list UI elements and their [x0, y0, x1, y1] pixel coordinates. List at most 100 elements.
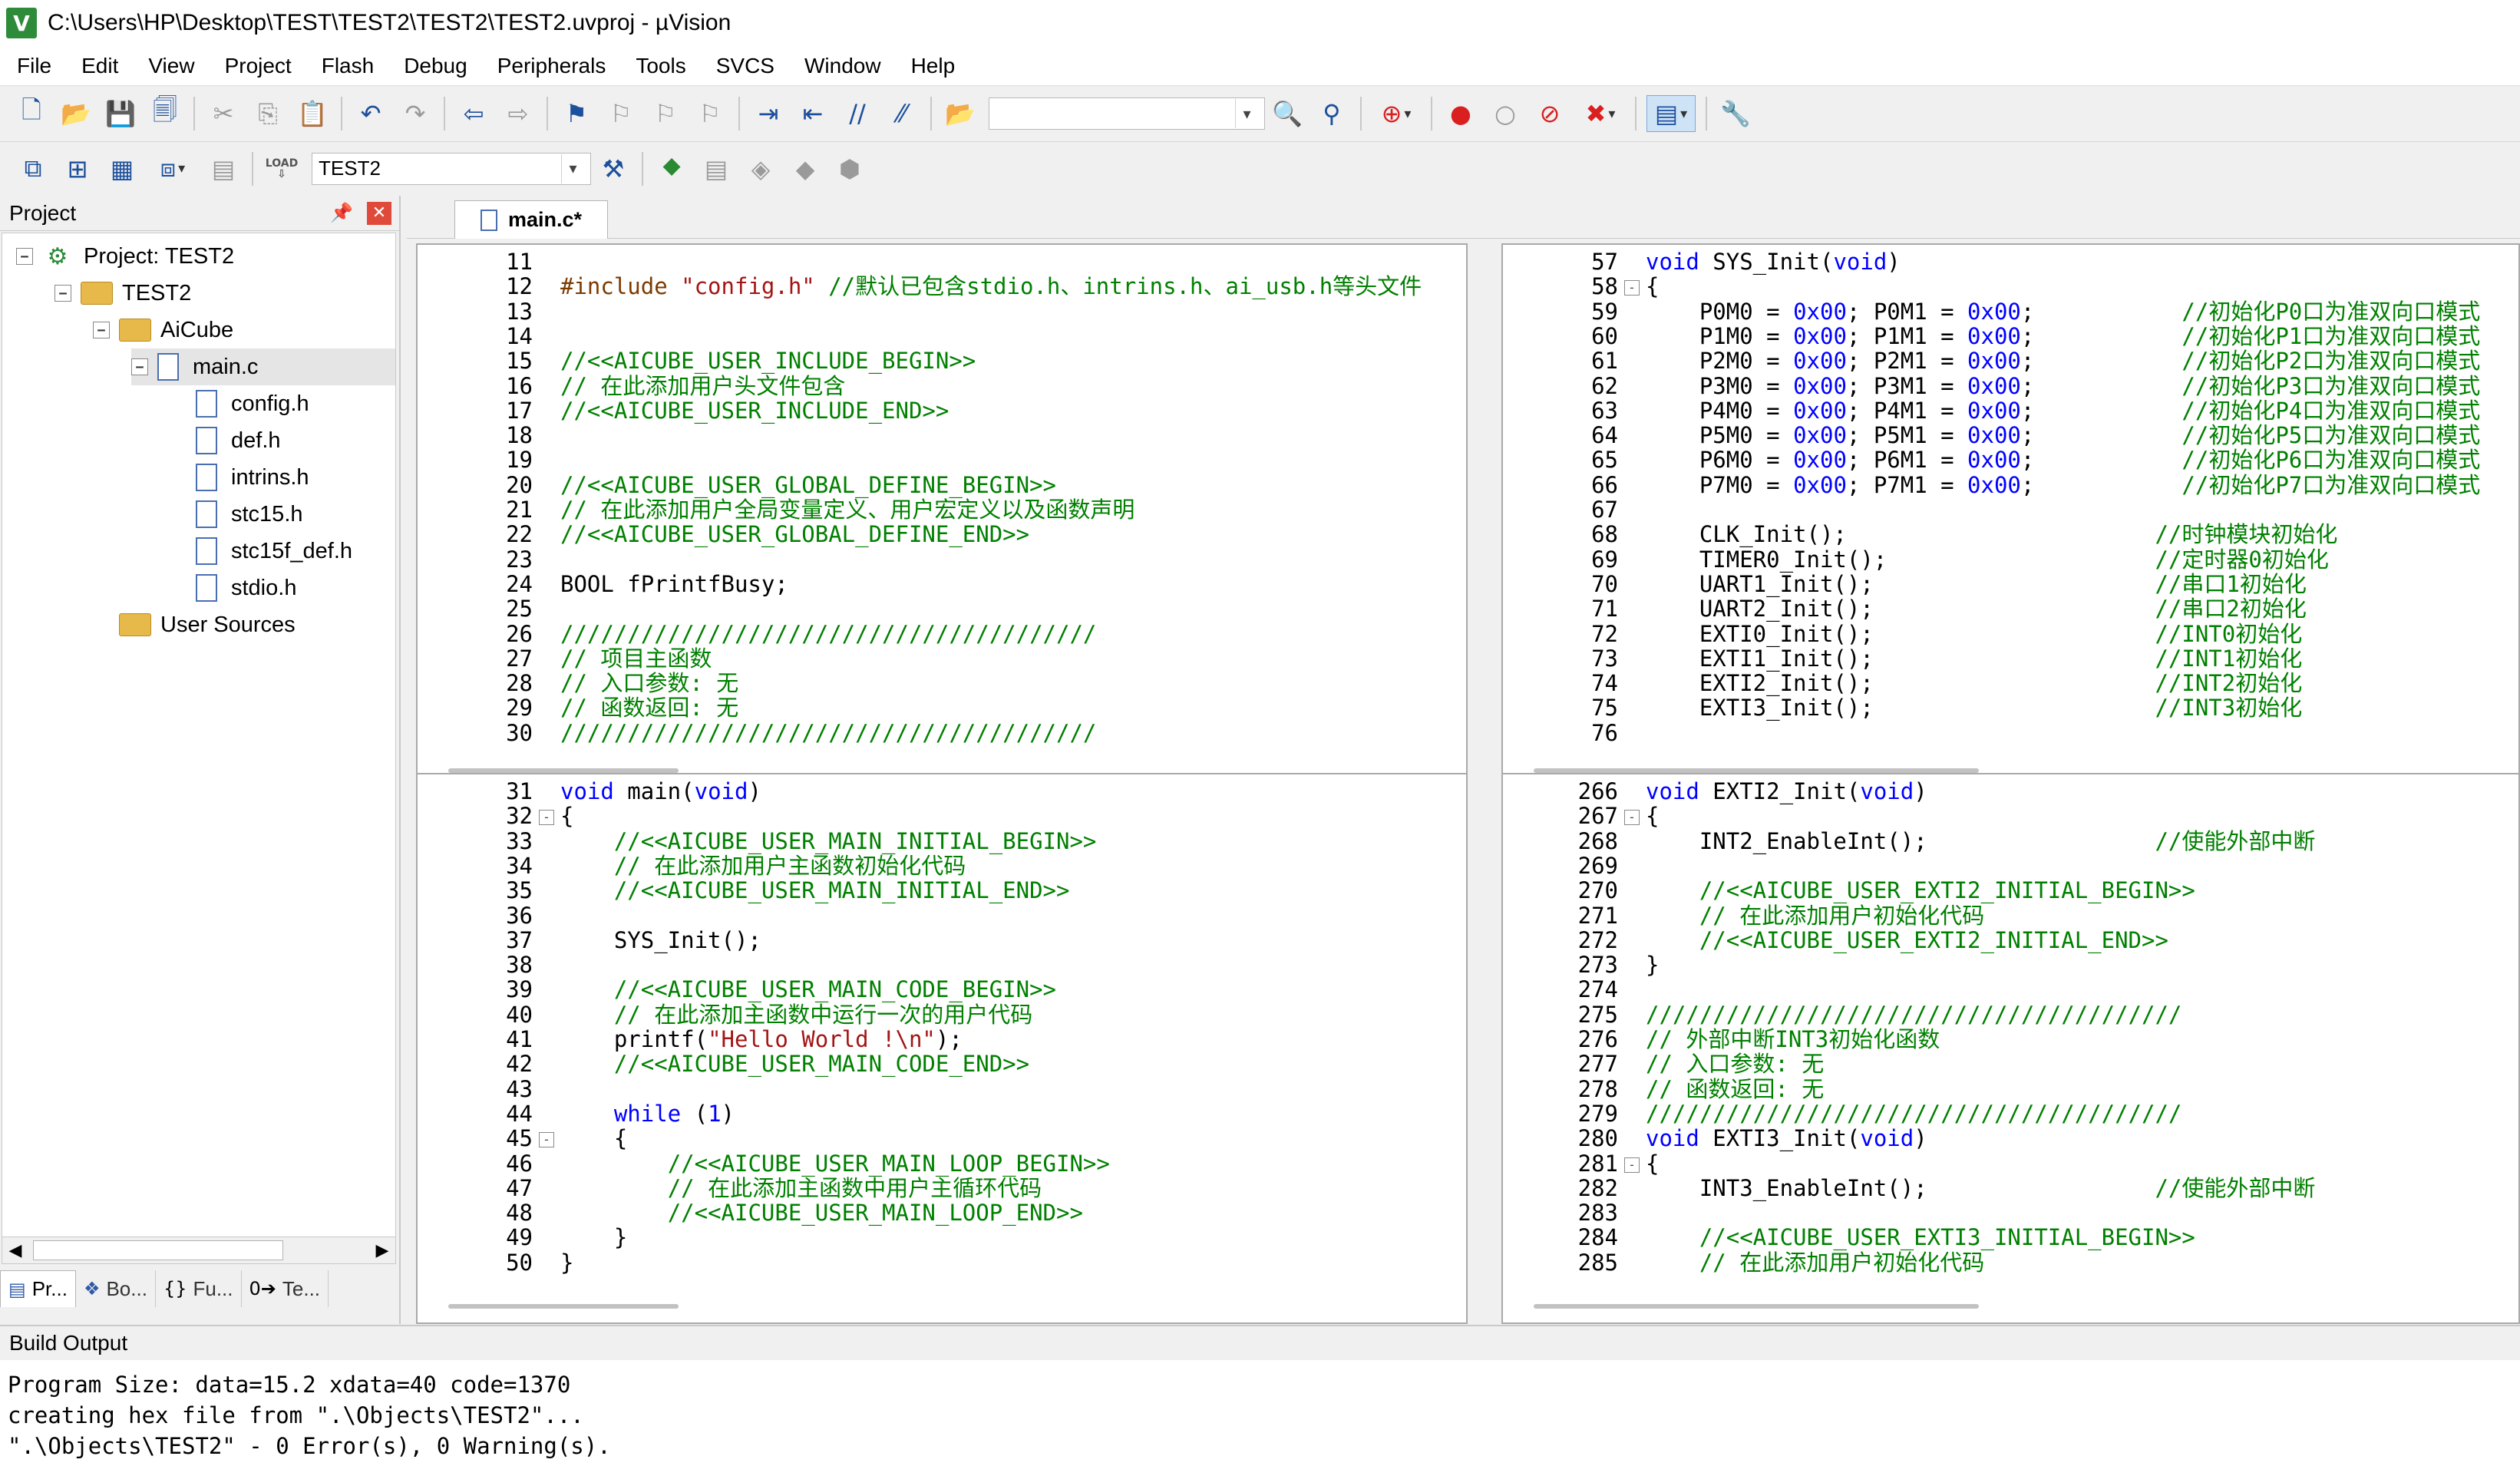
file-extensions-icon[interactable]: ▤ [698, 150, 735, 187]
menu-view[interactable]: View [148, 54, 194, 78]
code-line[interactable]: 281-{ [1503, 1151, 2518, 1176]
target-options-icon[interactable]: ⚒ [595, 150, 632, 187]
code-line[interactable]: 274 [1503, 977, 2518, 1002]
code-line[interactable]: 37 SYS_Init(); [418, 928, 1466, 953]
code-line[interactable]: 42 //<<AICUBE_USER_MAIN_CODE_END>> [418, 1052, 1466, 1076]
collapse-toggle-icon[interactable]: − [16, 248, 33, 265]
code-line[interactable]: 64 P5M0 = 0x00; P5M1 = 0x00; //初始化P5口为准双… [1503, 423, 2518, 447]
code-line[interactable]: 28 // 入口参数: 无 [418, 671, 1466, 695]
uncomment-icon[interactable]: ⁄⁄ [883, 95, 920, 132]
code-line[interactable]: 272 //<<AICUBE_USER_EXTI2_INITIAL_END>> [1503, 928, 2518, 953]
tab-functions[interactable]: {} Fu... [156, 1270, 242, 1307]
code-line[interactable]: 282 INT3_EnableInt(); //使能外部中断 [1503, 1176, 2518, 1200]
code-line[interactable]: 279 /////////////////////////////////////… [1503, 1101, 2518, 1126]
code-line[interactable]: 11 [418, 249, 1466, 274]
code-line[interactable]: 34 // 在此添加用户主函数初始化代码 [418, 854, 1466, 878]
code-line[interactable]: 25 [418, 596, 1466, 621]
save-icon[interactable]: 💾 [102, 95, 139, 132]
code-line[interactable]: 22 //<<AICUBE_USER_GLOBAL_DEFINE_END>> [418, 522, 1466, 546]
menu-flash[interactable]: Flash [322, 54, 374, 78]
code-line[interactable]: 271 // 在此添加用户初始化代码 [1503, 903, 2518, 928]
code-view[interactable]: 57 void SYS_Init(void) 58-{59 P0M0 = 0x00;… [1503, 245, 2518, 756]
chevron-down-icon[interactable]: ▾ [561, 154, 584, 183]
editor-pane-top-right[interactable]: 57 void SYS_Init(void) 58-{59 P0M0 = 0x00;… [1501, 243, 2520, 788]
code-line[interactable]: 40 // 在此添加主函数中运行一次的用户代码 [418, 1002, 1466, 1027]
editor-pane-bottom-right[interactable]: 266 void EXTI2_Init(void) 267-{268 INT2_En… [1501, 773, 2520, 1324]
code-line[interactable]: 75 EXTI3_Init(); //INT3初始化 [1503, 695, 2518, 720]
code-line[interactable]: 71 UART2_Init(); //串口2初始化 [1503, 596, 2518, 621]
undo-icon[interactable]: ↶ [352, 95, 389, 132]
tab-main-c[interactable]: main.c* [454, 200, 608, 239]
tab-project[interactable]: ▤ Pr... [0, 1270, 76, 1307]
code-line[interactable]: 24 BOOL fPrintfBusy; [418, 572, 1466, 596]
code-line[interactable]: 45- { [418, 1126, 1466, 1151]
code-line[interactable]: 58-{ [1503, 274, 2518, 299]
fold-toggle-icon[interactable]: - [1618, 804, 1646, 828]
code-line[interactable]: 36 [418, 903, 1466, 928]
code-line[interactable]: 20 //<<AICUBE_USER_GLOBAL_DEFINE_BEGIN>> [418, 473, 1466, 497]
open-file-icon[interactable]: 📂 [58, 95, 94, 132]
code-line[interactable]: 267-{ [1503, 804, 2518, 828]
code-line[interactable]: 38 [418, 953, 1466, 977]
tab-templates[interactable]: 0➔ Te... [242, 1270, 329, 1307]
target-select[interactable]: TEST2 ▾ [312, 152, 591, 185]
cut-icon[interactable]: ✂ [205, 95, 242, 132]
scroll-left-icon[interactable]: ◀ [2, 1237, 28, 1263]
code-line[interactable]: 60 P1M0 = 0x00; P1M1 = 0x00; //初始化P1口为准双… [1503, 324, 2518, 348]
redo-icon[interactable]: ↷ [397, 95, 434, 132]
code-line[interactable]: 68 CLK_Init(); //时钟模块初始化 [1503, 522, 2518, 546]
select-software-packs-icon[interactable]: ◈ [742, 150, 779, 187]
tree-node-group-aicube[interactable]: − AiCube [93, 312, 233, 348]
code-line[interactable]: 283 [1503, 1200, 2518, 1225]
menu-project[interactable]: Project [225, 54, 292, 78]
navigate-forward-icon[interactable]: ⇨ [500, 95, 537, 132]
incremental-find-icon[interactable]: ⚲ [1313, 95, 1350, 132]
code-line[interactable]: 44 while (1) [418, 1101, 1466, 1126]
code-line[interactable]: 35 //<<AICUBE_USER_MAIN_INITIAL_END>> [418, 878, 1466, 903]
code-line[interactable]: 21 // 在此添加用户全局变量定义、用户宏定义以及函数声明 [418, 497, 1466, 522]
code-line[interactable]: 57 void SYS_Init(void) [1503, 249, 2518, 274]
code-line[interactable]: 50} [418, 1250, 1466, 1275]
code-line[interactable]: 67 [1503, 497, 2518, 522]
code-line[interactable]: 43 [418, 1077, 1466, 1101]
scrollbar-thumb[interactable] [1534, 1304, 1979, 1309]
code-line[interactable]: 72 EXTI0_Init(); //INT0初始化 [1503, 622, 2518, 646]
fold-toggle-icon[interactable]: - [1618, 1151, 1646, 1176]
code-line[interactable]: 70 UART1_Init(); //串口1初始化 [1503, 572, 2518, 596]
copy-icon[interactable]: ⎘ [249, 95, 286, 132]
build-output-text[interactable]: Program Size: data=15.2 xdata=40 code=13… [0, 1360, 2520, 1466]
next-bookmark-icon[interactable]: ⚐ [647, 95, 684, 132]
code-line[interactable]: 26 //////////////////////////////////////… [418, 622, 1466, 646]
tree-node-file[interactable]: config.h [196, 385, 309, 422]
code-line[interactable]: 47 // 在此添加主函数中用户主循环代码 [418, 1176, 1466, 1200]
close-icon[interactable]: ✕ [367, 201, 391, 225]
code-line[interactable]: 32-{ [418, 804, 1466, 828]
run-time-environment-icon[interactable]: ⬢ [831, 150, 868, 187]
code-line[interactable]: 17 //<<AICUBE_USER_INCLUDE_END>> [418, 398, 1466, 423]
code-line[interactable]: 46 //<<AICUBE_USER_MAIN_LOOP_BEGIN>> [418, 1151, 1466, 1176]
code-line[interactable]: 23 [418, 547, 1466, 572]
code-line[interactable]: 61 P2M0 = 0x00; P2M1 = 0x00; //初始化P2口为准双… [1503, 348, 2518, 373]
start-debug-icon[interactable]: ⊕ [1372, 95, 1421, 132]
fold-toggle-icon[interactable]: - [533, 804, 560, 828]
fold-toggle-icon[interactable]: - [1618, 274, 1646, 299]
code-line[interactable]: 66 P7M0 = 0x00; P7M1 = 0x00; //初始化P7口为准双… [1503, 473, 2518, 497]
fold-toggle-icon[interactable]: - [533, 1126, 560, 1151]
tree-node-file[interactable]: stdio.h [196, 570, 296, 606]
code-line[interactable]: 59 P0M0 = 0x00; P0M1 = 0x00; //初始化P0口为准双… [1503, 299, 2518, 324]
code-line[interactable]: 27 // 项目主函数 [418, 646, 1466, 671]
tree-node-file[interactable]: stc15f_def.h [196, 533, 352, 570]
code-line[interactable]: 31 void main(void) [418, 779, 1466, 804]
tree-node-group-user-sources[interactable]: User Sources [119, 606, 296, 643]
unindent-icon[interactable]: ⇤ [794, 95, 831, 132]
scrollbar-thumb[interactable] [448, 1304, 679, 1309]
code-line[interactable]: 270 //<<AICUBE_USER_EXTI2_INITIAL_BEGIN>… [1503, 878, 2518, 903]
tree-node-file[interactable]: def.h [196, 422, 281, 459]
code-line[interactable]: 30 //////////////////////////////////////… [418, 721, 1466, 745]
project-tree-scrollbar[interactable]: ◀ ▶ [2, 1237, 396, 1264]
tree-node-file[interactable]: intrins.h [196, 459, 309, 496]
menu-tools[interactable]: Tools [636, 54, 685, 78]
configure-icon[interactable]: 🔧 [1717, 95, 1754, 132]
code-line[interactable]: 268 INT2_EnableInt(); //使能外部中断 [1503, 829, 2518, 854]
scrollbar-thumb[interactable] [33, 1240, 283, 1260]
